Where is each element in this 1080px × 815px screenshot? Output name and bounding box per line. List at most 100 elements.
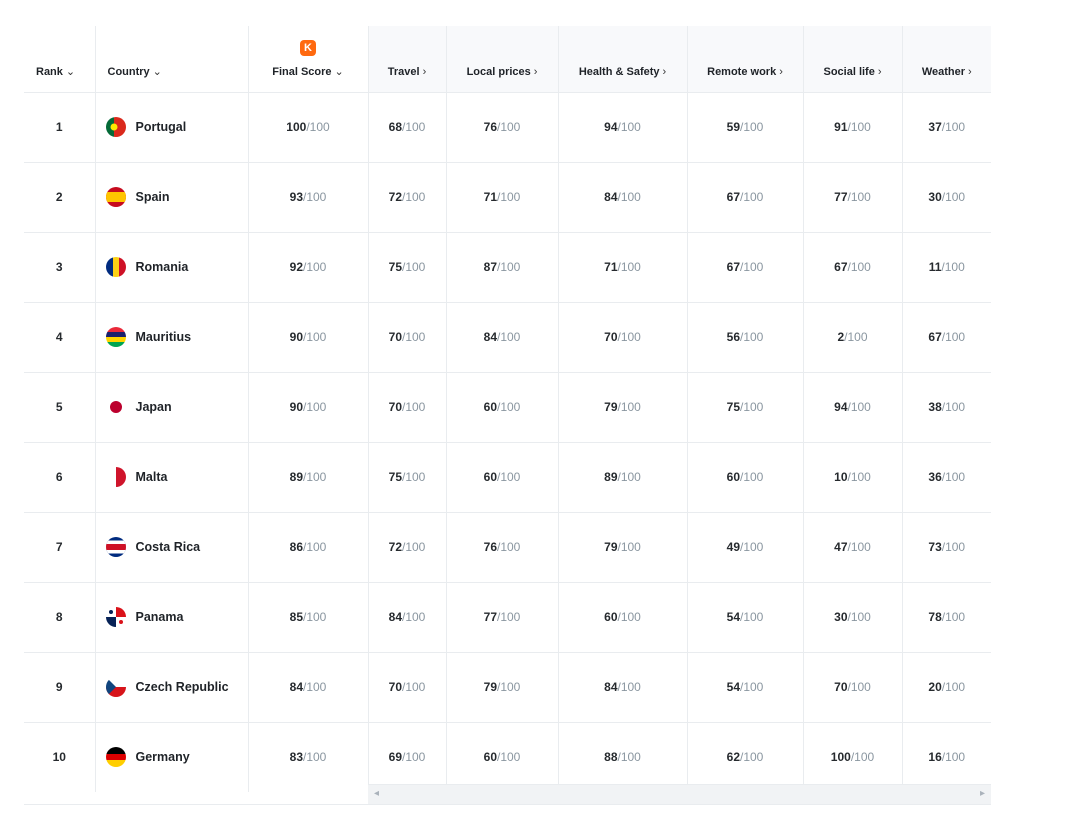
score-denominator: /100 bbox=[303, 190, 327, 204]
panama-flag-icon bbox=[105, 607, 126, 627]
score-denominator: /100 bbox=[402, 330, 426, 344]
local-prices-score-value: 79 bbox=[483, 680, 497, 694]
country-cell[interactable]: Czech Republic bbox=[95, 652, 249, 723]
table-row[interactable]: 7 Costa Rica 86/100 72/100 76/100 79/100 49/10… bbox=[24, 512, 991, 583]
table-row[interactable]: 10 Germany 83/100 69/100 60/100 88/100 62/100 1… bbox=[24, 722, 991, 792]
column-header-country[interactable]: Country ⌄ bbox=[95, 26, 249, 93]
remote-work-score-value: 54 bbox=[726, 610, 740, 624]
scroll-right-icon[interactable]: ▸ bbox=[980, 788, 985, 799]
social-life-score-value: 67 bbox=[834, 260, 848, 274]
local-prices-score-cell: 76/100 bbox=[446, 92, 559, 163]
travel-header-label: Travel bbox=[387, 65, 420, 78]
health-safety-score-cell: 70/100 bbox=[558, 302, 688, 373]
rank-cell: 4 bbox=[24, 302, 96, 373]
costa-rica-flag-icon bbox=[105, 537, 126, 557]
rank-value: 6 bbox=[55, 470, 63, 484]
local-prices-score-value: 87 bbox=[483, 260, 497, 274]
country-cell[interactable]: Panama bbox=[95, 582, 249, 653]
health-safety-score-value: 70 bbox=[604, 330, 618, 344]
travel-score-cell: 70/100 bbox=[368, 652, 447, 723]
romania-flag-icon bbox=[105, 257, 126, 277]
travel-score-value: 68 bbox=[388, 120, 402, 134]
travel-score-value: 75 bbox=[388, 470, 402, 484]
final-score-value: 90 bbox=[289, 400, 303, 414]
local-prices-score-value: 84 bbox=[483, 330, 497, 344]
column-header-final-score[interactable]: K Final Score ⌄ bbox=[248, 26, 369, 93]
social-life-score-cell: 47/100 bbox=[803, 512, 903, 583]
country-cell[interactable]: Germany bbox=[95, 722, 249, 792]
table-row[interactable]: 8 Panama 85/100 84/100 77/100 60/100 54/100 30/… bbox=[24, 582, 991, 653]
weather-score-value: 36 bbox=[928, 470, 942, 484]
travel-score-cell: 69/100 bbox=[368, 722, 447, 792]
weather-score-value: 16 bbox=[928, 750, 942, 764]
country-cell[interactable]: Costa Rica bbox=[95, 512, 249, 583]
travel-score-value: 70 bbox=[388, 330, 402, 344]
scroll-left-icon[interactable]: ◂ bbox=[374, 788, 379, 799]
score-denominator: /100 bbox=[497, 680, 521, 694]
score-denominator: /100 bbox=[740, 470, 764, 484]
table-row[interactable]: 9 Czech Republic 84/100 70/100 79/100 84/100 5… bbox=[24, 652, 991, 723]
score-denominator: /100 bbox=[844, 330, 868, 344]
weather-score-cell: 78/100 bbox=[902, 582, 991, 653]
column-header-local-prices[interactable]: Local prices › bbox=[446, 26, 559, 93]
health-safety-score-cell: 60/100 bbox=[558, 582, 688, 653]
malta-flag-icon bbox=[105, 467, 126, 487]
column-header-social-life[interactable]: Social life › bbox=[803, 26, 903, 93]
table-row[interactable]: 6 Malta 89/100 75/100 60/100 89/100 60/100 10/1… bbox=[24, 442, 991, 513]
japan-flag-icon bbox=[105, 397, 126, 417]
score-denominator: /100 bbox=[941, 400, 966, 414]
country-cell[interactable]: Romania bbox=[95, 232, 249, 303]
column-header-health-safety[interactable]: Health & Safety › bbox=[558, 26, 688, 93]
weather-score-cell: 73/100 bbox=[902, 512, 991, 583]
final-score-value: 84 bbox=[289, 680, 303, 694]
local-prices-score-cell: 87/100 bbox=[446, 232, 559, 303]
local-prices-score-cell: 71/100 bbox=[446, 162, 559, 233]
travel-score-cell: 70/100 bbox=[368, 302, 447, 373]
table-row[interactable]: 5 Japan 90/100 70/100 60/100 79/100 75/100 94/1… bbox=[24, 372, 991, 443]
chevron-down-icon: ⌄ bbox=[152, 65, 162, 78]
travel-score-cell: 75/100 bbox=[368, 232, 447, 303]
score-denominator: /100 bbox=[847, 540, 871, 554]
health-safety-score-cell: 88/100 bbox=[558, 722, 688, 792]
weather-score-value: 78 bbox=[928, 610, 942, 624]
travel-score-value: 84 bbox=[388, 610, 402, 624]
social-life-score-cell: 10/100 bbox=[803, 442, 903, 513]
score-denominator: /100 bbox=[303, 470, 327, 484]
score-denominator: /100 bbox=[617, 470, 641, 484]
country-cell[interactable]: Portugal bbox=[95, 92, 249, 163]
country-cell[interactable]: Japan bbox=[95, 372, 249, 443]
score-denominator: /100 bbox=[847, 260, 871, 274]
country-cell[interactable]: Malta bbox=[95, 442, 249, 513]
country-cell[interactable]: Mauritius bbox=[95, 302, 249, 373]
local-prices-header-label: Local prices bbox=[466, 65, 531, 78]
germany-flag-icon bbox=[105, 747, 126, 767]
horizontal-scrollbar[interactable]: ◂ ▸ bbox=[368, 784, 991, 805]
table-row[interactable]: 2 Spain 93/100 72/100 71/100 84/100 67/100 77/1… bbox=[24, 162, 991, 233]
rank-cell: 9 bbox=[24, 652, 96, 723]
column-header-travel[interactable]: Travel › bbox=[368, 26, 447, 93]
health-safety-score-value: 89 bbox=[604, 470, 618, 484]
table-row[interactable]: 4 Mauritius 90/100 70/100 84/100 70/100 56/100… bbox=[24, 302, 991, 373]
score-denominator: /100 bbox=[303, 610, 327, 624]
remote-work-score-cell: 60/100 bbox=[687, 442, 804, 513]
rank-value: 2 bbox=[55, 190, 63, 204]
score-denominator: /100 bbox=[740, 190, 764, 204]
score-denominator: /100 bbox=[497, 400, 521, 414]
chevron-right-icon: › bbox=[533, 65, 538, 78]
table-row[interactable]: 1 Portugal 100/100 68/100 76/100 94/100 59/100… bbox=[24, 92, 991, 163]
final-score-value: 86 bbox=[289, 540, 303, 554]
remote-work-score-cell: 67/100 bbox=[687, 232, 804, 303]
column-header-weather[interactable]: Weather › bbox=[902, 26, 991, 93]
table-row[interactable]: 3 Romania 92/100 75/100 87/100 71/100 67/100 67… bbox=[24, 232, 991, 303]
score-denominator: /100 bbox=[941, 750, 966, 764]
column-header-remote-work[interactable]: Remote work › bbox=[687, 26, 804, 93]
column-header-rank[interactable]: Rank ⌄ bbox=[24, 26, 96, 93]
final-score-cell: 86/100 bbox=[248, 512, 369, 583]
health-safety-score-value: 60 bbox=[604, 610, 618, 624]
weather-score-cell: 30/100 bbox=[902, 162, 991, 233]
rank-value: 9 bbox=[55, 680, 63, 694]
final-score-cell: 93/100 bbox=[248, 162, 369, 233]
score-denominator: /100 bbox=[617, 400, 641, 414]
score-denominator: /100 bbox=[617, 260, 641, 274]
country-cell[interactable]: Spain bbox=[95, 162, 249, 233]
